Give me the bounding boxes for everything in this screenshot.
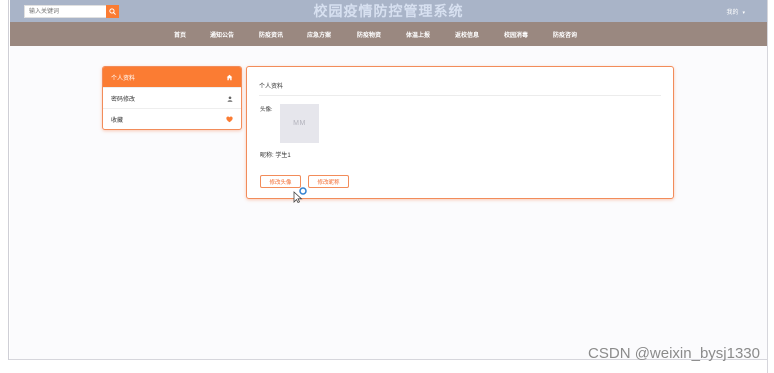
watermark: CSDN @weixin_bysj1330 — [588, 345, 760, 362]
sidebar-item-label: 密码修改 — [111, 96, 136, 103]
sidebar-item-label: 个人资料 — [111, 75, 136, 82]
panel-title: 个人资料 — [259, 84, 284, 90]
chevron-down-icon: ▾ — [742, 10, 745, 16]
sidebar-menu: 个人资料 密码修改 收藏 — [102, 66, 242, 130]
nickname-value: 学生1 — [275, 153, 291, 159]
divider — [259, 95, 661, 96]
nickname-label: 昵称: — [260, 153, 274, 159]
nav-item-notices[interactable]: 通知公告 — [210, 30, 234, 39]
user-menu-label: 我的 — [726, 10, 739, 16]
sidebar-item-label: 收藏 — [111, 118, 124, 124]
heart-icon — [226, 116, 233, 123]
nickname-row: 昵称: 学生1 — [260, 150, 291, 159]
nav-item-emergency-plans[interactable]: 应急方案 — [307, 30, 331, 39]
sidebar-item-favorites[interactable]: 收藏 — [103, 109, 241, 129]
left-window-edge — [0, 0, 9, 360]
app-viewport: 校园疫情防控管理系统 我的▾ 首页 通知公告 防疫资讯 应急方案 防疫物资 体温… — [10, 0, 767, 359]
mouse-cursor-icon — [293, 187, 307, 204]
nav-item-consultation[interactable]: 防疫咨询 — [553, 30, 577, 39]
home-icon — [226, 74, 233, 81]
site-title: 校园疫情防控管理系统 — [313, 4, 464, 20]
avatar-label: 头像: — [260, 107, 273, 113]
user-menu[interactable]: 我的 ▾ — [726, 7, 745, 16]
nav-item-epidemic-news[interactable]: 防疫资讯 — [259, 30, 283, 39]
nav-item-disinfection[interactable]: 校园消毒 — [504, 30, 528, 39]
nav-item-supplies[interactable]: 防疫物资 — [357, 30, 381, 39]
user-icon — [226, 95, 233, 102]
avatar[interactable]: MM — [280, 104, 319, 143]
scrollbar[interactable] — [767, 0, 774, 373]
nav-item-return-info[interactable]: 返校信息 — [455, 30, 479, 39]
nav-item-temperature-report[interactable]: 体温上报 — [406, 30, 430, 39]
main-nav: 首页 通知公告 防疫资讯 应急方案 防疫物资 体温上报 返校信息 校园消毒 防疫… — [10, 22, 767, 46]
sidebar-item-password[interactable]: 密码修改 — [103, 88, 241, 109]
top-header: 校园疫情防控管理系统 我的▾ — [10, 0, 767, 22]
sidebar-item-profile[interactable]: 个人资料 — [103, 67, 241, 88]
profile-panel: 个人资料 头像: MM 昵称: 学生1 修改头像 修改昵称 — [246, 66, 674, 199]
nav-item-home[interactable]: 首页 — [174, 30, 186, 39]
change-nickname-button[interactable]: 修改昵称 — [308, 175, 349, 188]
